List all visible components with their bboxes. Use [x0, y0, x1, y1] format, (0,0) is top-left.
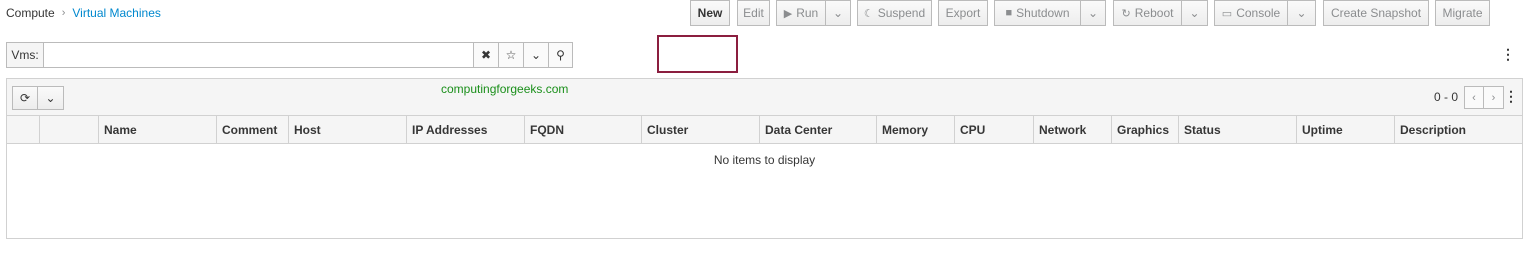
- search-prefix: Vms:: [6, 42, 43, 68]
- column-network[interactable]: Network: [1033, 116, 1111, 144]
- export-button[interactable]: Export: [938, 0, 988, 26]
- column-type-icon: [39, 116, 98, 144]
- edit-button[interactable]: Edit: [737, 0, 770, 26]
- column-graphics[interactable]: Graphics: [1111, 116, 1178, 144]
- breadcrumb-root[interactable]: Compute: [6, 6, 55, 20]
- empty-message: No items to display: [713, 153, 816, 167]
- reboot-label: Reboot: [1134, 6, 1174, 20]
- migrate-button[interactable]: Migrate: [1435, 0, 1490, 26]
- breadcrumb-separator: ›: [61, 7, 66, 19]
- monitor-icon: ▭: [1221, 7, 1233, 20]
- shutdown-dropdown-button[interactable]: ⌄: [1080, 0, 1106, 26]
- breadcrumb-current[interactable]: Virtual Machines: [72, 6, 161, 20]
- pager-prev-icon[interactable]: ‹: [1464, 86, 1484, 109]
- console-button[interactable]: ▭ Console: [1214, 0, 1288, 26]
- pager-count: 0 - 0: [1433, 90, 1458, 104]
- run-dropdown-button[interactable]: ⌄: [825, 0, 851, 26]
- search-icon[interactable]: ⚲: [549, 42, 573, 68]
- column-fqdn[interactable]: FQDN: [524, 116, 641, 144]
- toolbar-kebab-icon[interactable]: ⋮: [1501, 47, 1515, 61]
- console-dropdown-button[interactable]: ⌄: [1287, 0, 1316, 26]
- bookmark-star-icon[interactable]: ☆: [499, 42, 524, 68]
- vm-grid-panel: ⟳ ⌄ computingforgeeks.com 0 - 0 ‹ › ⋮ Na…: [6, 78, 1523, 239]
- search-bar: Vms: ✖ ☆ ⌄ ⚲: [6, 42, 573, 68]
- grid-kebab-icon[interactable]: ⋮: [1504, 89, 1518, 103]
- pager-next-icon[interactable]: ›: [1484, 86, 1504, 109]
- new-button-highlight: [657, 35, 738, 73]
- create-snapshot-button[interactable]: Create Snapshot: [1323, 0, 1429, 26]
- column-data-center[interactable]: Data Center: [759, 116, 876, 144]
- column-status[interactable]: Status: [1178, 116, 1296, 144]
- reboot-icon: ↻: [1121, 7, 1131, 20]
- search-input[interactable]: [43, 42, 474, 68]
- play-icon: ▶: [783, 7, 793, 20]
- bookmark-dropdown-icon[interactable]: ⌄: [524, 42, 549, 68]
- refresh-icon[interactable]: ⟳: [12, 86, 38, 110]
- column-ip-addresses[interactable]: IP Addresses: [406, 116, 524, 144]
- run-button[interactable]: ▶ Run: [776, 0, 826, 26]
- suspend-label: Suspend: [877, 6, 926, 20]
- column-name[interactable]: Name: [98, 116, 216, 144]
- table-header: Name Comment Host IP Addresses FQDN Clus…: [7, 116, 1522, 144]
- suspend-button[interactable]: ☾ Suspend: [857, 0, 932, 26]
- clear-search-icon[interactable]: ✖: [474, 42, 499, 68]
- column-cluster[interactable]: Cluster: [641, 116, 759, 144]
- column-memory[interactable]: Memory: [876, 116, 954, 144]
- column-comment[interactable]: Comment: [216, 116, 288, 144]
- breadcrumb: Compute › Virtual Machines: [6, 6, 161, 20]
- moon-icon: ☾: [863, 7, 874, 20]
- column-description[interactable]: Description: [1394, 116, 1522, 144]
- console-label: Console: [1236, 6, 1281, 20]
- refresh-group: ⟳ ⌄: [12, 86, 64, 110]
- refresh-dropdown-button[interactable]: ⌄: [38, 86, 64, 110]
- column-host[interactable]: Host: [288, 116, 406, 144]
- column-uptime[interactable]: Uptime: [1296, 116, 1394, 144]
- run-label: Run: [796, 6, 819, 20]
- pager: ‹ ›: [1464, 86, 1504, 109]
- watermark-text: computingforgeeks.com: [441, 82, 569, 96]
- stop-square-icon: ■: [1005, 7, 1013, 19]
- column-cpu[interactable]: CPU: [954, 116, 1033, 144]
- column-status-icon: [7, 116, 39, 144]
- grid-toolbar: ⟳ ⌄ computingforgeeks.com 0 - 0 ‹ › ⋮: [7, 79, 1522, 116]
- reboot-dropdown-button[interactable]: ⌄: [1181, 0, 1208, 26]
- shutdown-label: Shutdown: [1016, 6, 1070, 20]
- new-button[interactable]: New: [690, 0, 730, 26]
- shutdown-button[interactable]: ■ Shutdown: [994, 0, 1081, 26]
- reboot-button[interactable]: ↻ Reboot: [1113, 0, 1182, 26]
